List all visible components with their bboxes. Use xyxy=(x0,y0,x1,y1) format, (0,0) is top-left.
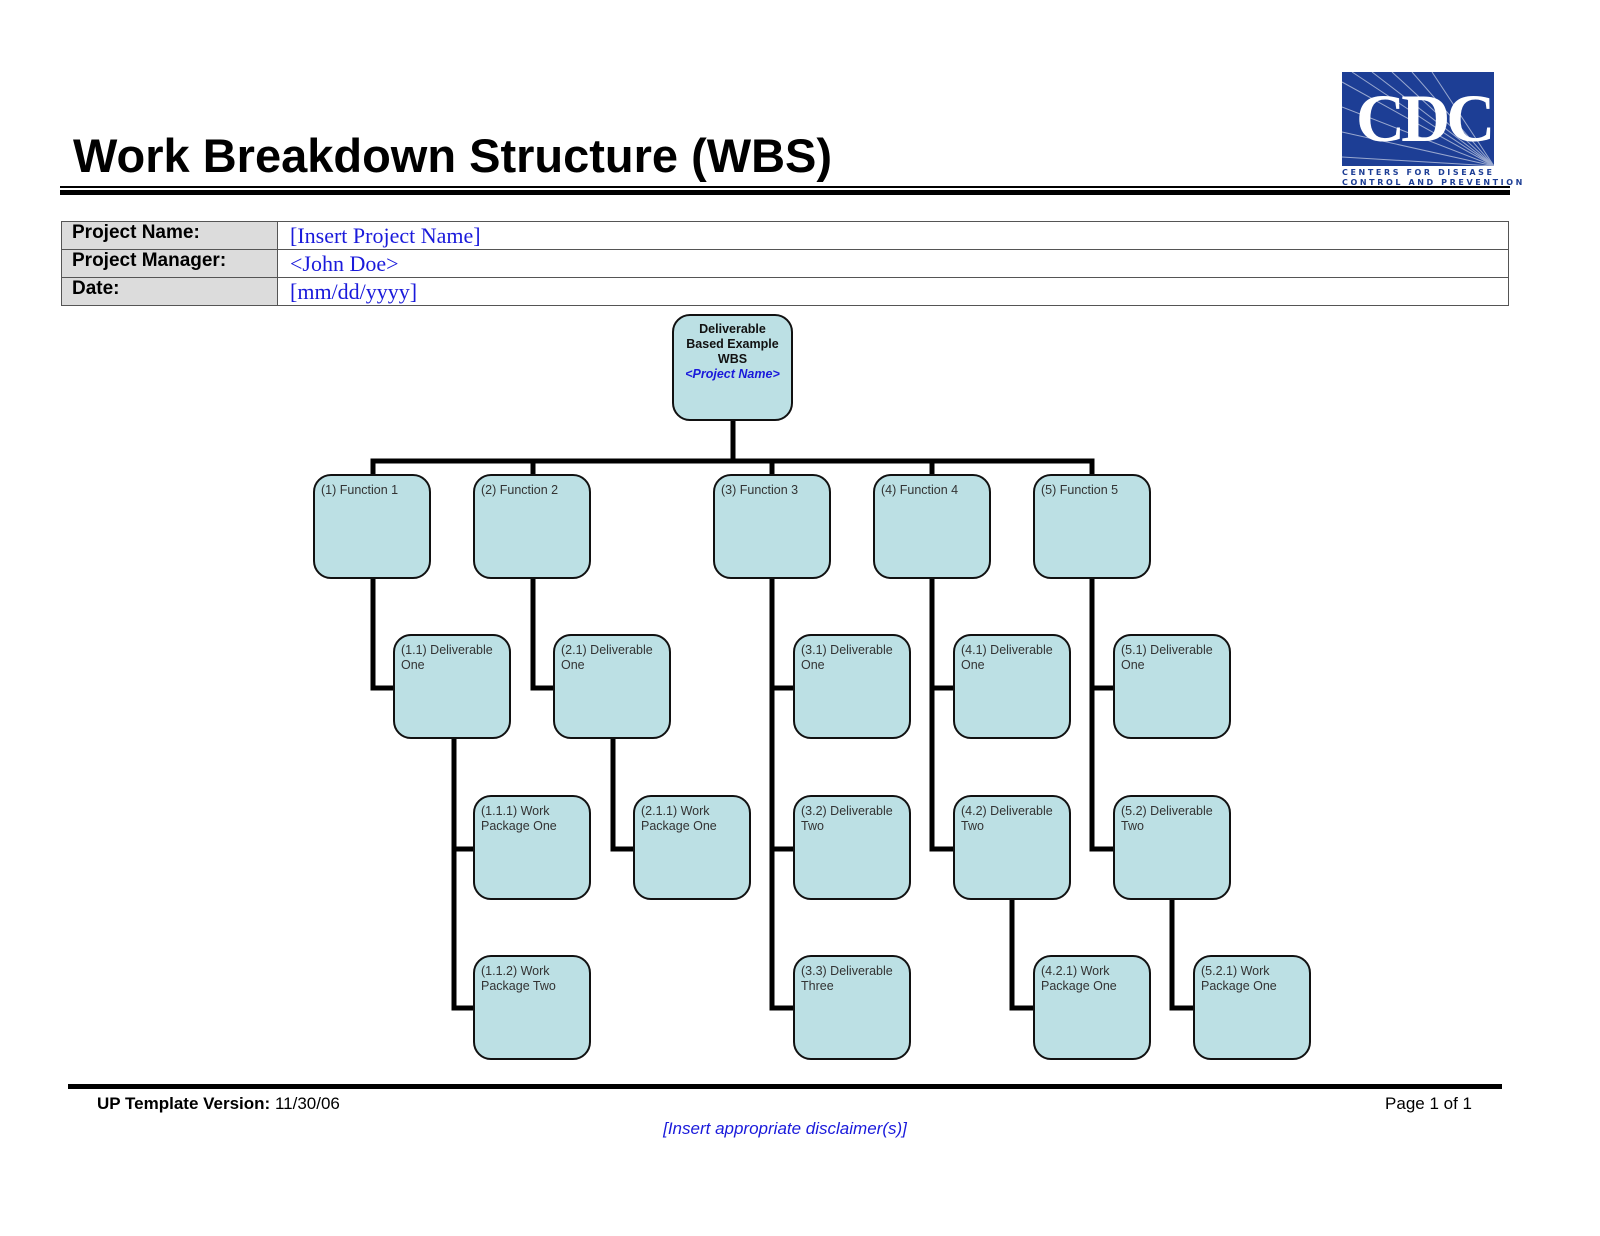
root-line-2: Based Example xyxy=(686,337,779,351)
connector-d52-w521 xyxy=(1169,898,1195,1011)
wbs-node-function-4[interactable]: (4) Function 4 xyxy=(873,474,991,579)
wbs-node-3-3[interactable]: (3.3) Deliverable Three xyxy=(793,955,911,1060)
connector-d11-w112 xyxy=(451,846,477,1011)
wbs-node-3-2[interactable]: (3.2) Deliverable Two xyxy=(793,795,911,900)
connector-f5-d51 xyxy=(1089,577,1116,691)
connector-f1-d11 xyxy=(370,577,397,691)
wbs-node-5-2-1[interactable]: (5.2.1) Work Package One xyxy=(1193,955,1311,1060)
wbs-node-4-2-1[interactable]: (4.2.1) Work Package One xyxy=(1033,955,1151,1060)
connector-f3-d31 xyxy=(769,577,796,691)
root-line-1: Deliverable xyxy=(699,322,766,336)
connector-d21-w211 xyxy=(610,738,636,852)
page-number: Page 1 of 1 xyxy=(1385,1094,1472,1113)
wbs-node-1-1[interactable]: (1.1) Deliverable One xyxy=(393,634,511,739)
wbs-node-5-2[interactable]: (5.2) Deliverable Two xyxy=(1113,795,1231,900)
connector-f2-d21 xyxy=(530,577,557,691)
wbs-node-2-1[interactable]: (2.1) Deliverable One xyxy=(553,634,671,739)
connector-f3-d32 xyxy=(769,685,796,852)
connector-f3-d33 xyxy=(769,846,796,1011)
template-version: UP Template Version: 11/30/06 xyxy=(97,1094,340,1114)
connector-d11-w111 xyxy=(451,738,477,852)
root-project-name: <Project Name> xyxy=(685,367,780,381)
wbs-node-4-1[interactable]: (4.1) Deliverable One xyxy=(953,634,1071,739)
connector-f5-d52 xyxy=(1089,685,1116,852)
connector-d42-w421 xyxy=(1009,898,1036,1011)
wbs-node-1-1-1[interactable]: (1.1.1) Work Package One xyxy=(473,795,591,900)
wbs-node-5-1[interactable]: (5.1) Deliverable One xyxy=(1113,634,1231,739)
template-version-label: UP Template Version: xyxy=(97,1094,271,1113)
wbs-node-3-1[interactable]: (3.1) Deliverable One xyxy=(793,634,911,739)
wbs-node-1-1-2[interactable]: (1.1.2) Work Package Two xyxy=(473,955,591,1060)
wbs-root-node[interactable]: Deliverable Based Example WBS <Project N… xyxy=(672,314,793,421)
wbs-node-2-1-1[interactable]: (2.1.1) Work Package One xyxy=(633,795,751,900)
disclaimer[interactable]: [Insert appropriate disclaimer(s)] xyxy=(0,1119,1570,1139)
wbs-node-function-2[interactable]: (2) Function 2 xyxy=(473,474,591,579)
template-version-value: 11/30/06 xyxy=(274,1094,340,1113)
wbs-node-function-1[interactable]: (1) Function 1 xyxy=(313,474,431,579)
connector-f4-d42 xyxy=(929,685,956,852)
root-line-3: WBS xyxy=(717,352,748,366)
connector-f4-d41 xyxy=(929,577,956,691)
footer-rule xyxy=(68,1084,1502,1089)
wbs-node-4-2[interactable]: (4.2) Deliverable Two xyxy=(953,795,1071,900)
wbs-node-function-5[interactable]: (5) Function 5 xyxy=(1033,474,1151,579)
wbs-node-function-3[interactable]: (3) Function 3 xyxy=(713,474,831,579)
